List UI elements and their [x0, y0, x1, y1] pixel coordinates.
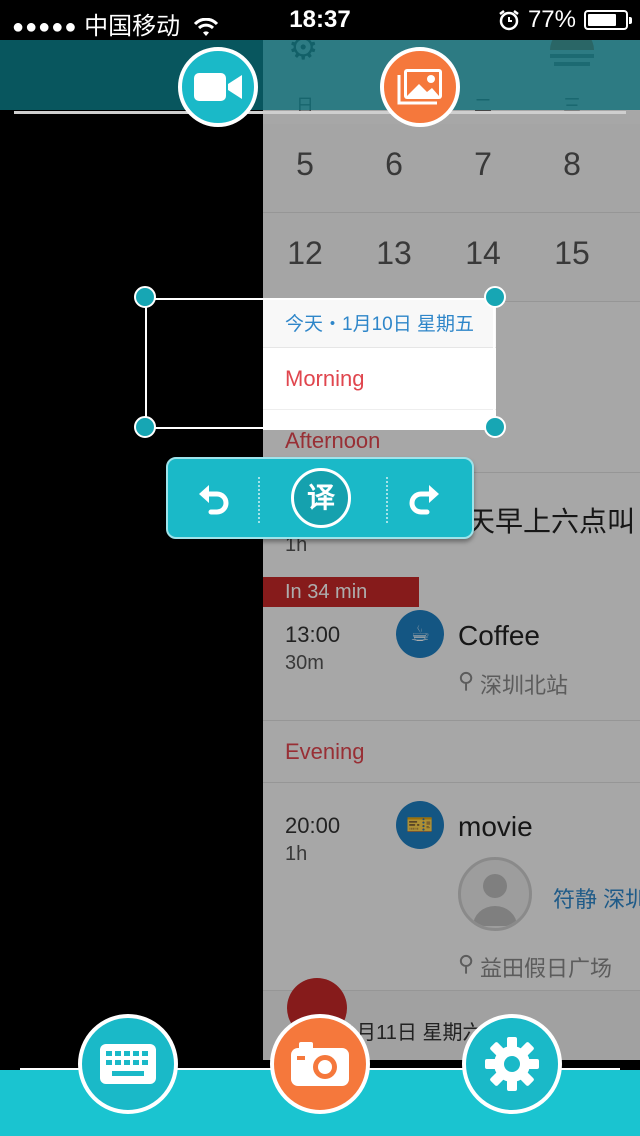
status-right: 77%: [498, 6, 632, 34]
crop-handle-bottom-left[interactable]: [134, 416, 156, 438]
image-gallery-icon: [397, 69, 442, 105]
gallery-button[interactable]: [380, 47, 460, 127]
settings-button[interactable]: [462, 1014, 562, 1114]
redo-button[interactable]: [400, 477, 450, 523]
camera-button[interactable]: [270, 1014, 370, 1114]
edit-toolbar: 译: [166, 457, 474, 539]
video-camera-icon: [194, 73, 242, 101]
toolbar-separator: [14, 111, 626, 114]
top-toolbar: [0, 40, 640, 110]
video-button[interactable]: [178, 47, 258, 127]
crop-selection[interactable]: [145, 298, 495, 429]
gear-icon: [485, 1037, 539, 1091]
undo-button[interactable]: [188, 477, 238, 523]
toolbar-divider: [258, 477, 260, 523]
keyboard-button[interactable]: [78, 1014, 178, 1114]
crop-handle-top-right[interactable]: [484, 286, 506, 308]
alarm-icon: [499, 10, 519, 31]
battery-icon: [584, 10, 632, 30]
redo-icon: [409, 485, 439, 515]
status-bar: ●●●●● 中国移动 18:37 77%: [0, 0, 640, 40]
translate-button[interactable]: 译: [291, 468, 351, 528]
keyboard-icon: [100, 1044, 156, 1084]
battery-percent: 77%: [527, 6, 576, 33]
crop-handle-bottom-right[interactable]: [484, 416, 506, 438]
camera-icon: [291, 1042, 349, 1086]
crop-handle-top-left[interactable]: [134, 286, 156, 308]
battery-level: [588, 14, 616, 26]
toolbar-divider: [386, 477, 388, 523]
undo-icon: [199, 485, 229, 515]
